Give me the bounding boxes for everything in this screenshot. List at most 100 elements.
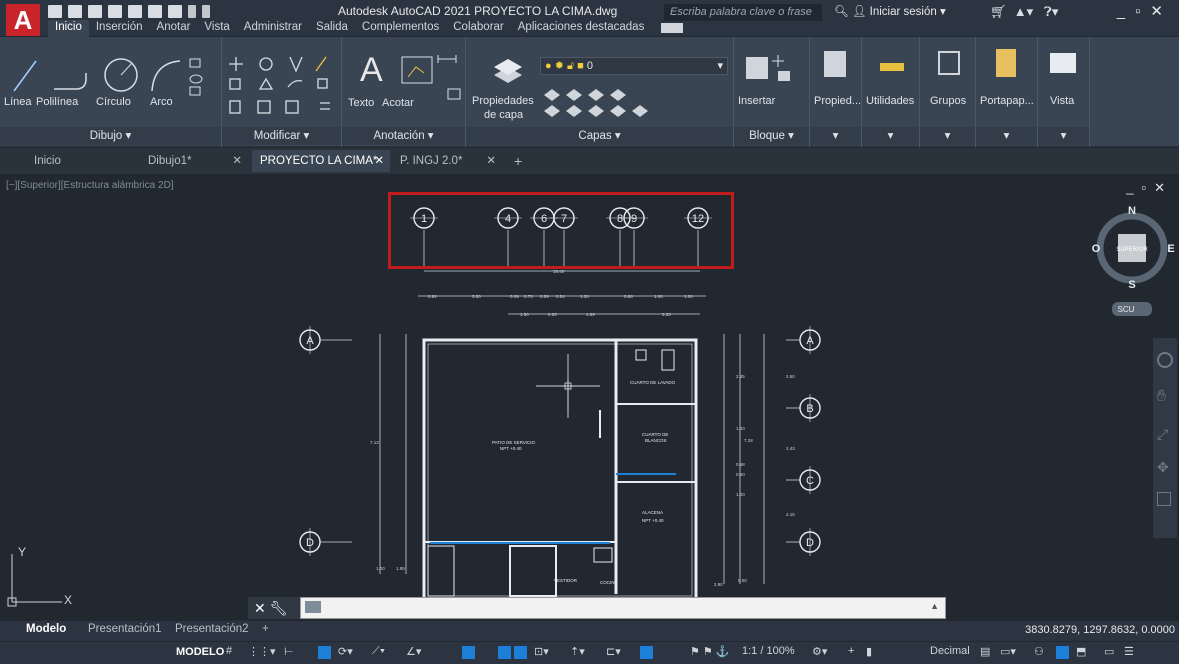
polar-icon[interactable]: ⟳▾ xyxy=(338,645,353,658)
viewcube[interactable]: SUPERIOR N S E O SCU xyxy=(1092,204,1176,324)
measure-icon[interactable] xyxy=(880,63,904,71)
help-icon[interactable]: ❓︎▾ xyxy=(1044,4,1058,19)
plot-icon[interactable] xyxy=(148,4,162,18)
insertar-button[interactable]: Insertar xyxy=(738,95,775,107)
autodesk-icon[interactable]: ▲▾ xyxy=(1014,4,1033,19)
properties-icon[interactable] xyxy=(824,51,846,77)
tab-aplicaciones[interactable]: Aplicaciones destacadas xyxy=(511,20,652,37)
search-input[interactable]: Escriba palabra clave o frase xyxy=(664,4,822,21)
acotar-button[interactable]: Acotar xyxy=(382,97,414,109)
print-icon[interactable] xyxy=(168,4,182,18)
osnap-track-icon[interactable]: ∠▾ xyxy=(406,645,421,658)
group-label-bloque[interactable]: Bloque ▾ xyxy=(734,127,809,145)
tab-vista[interactable]: Vista xyxy=(197,20,236,37)
close-icon[interactable]: ✕ xyxy=(254,600,266,616)
utilidades-expand-icon[interactable]: ▾ xyxy=(862,127,919,145)
group-label-dibujo[interactable]: Dibujo ▾ xyxy=(0,127,221,145)
infer-icon[interactable]: ⊢ xyxy=(284,645,294,658)
drawing-viewport[interactable]: [−][Superior][Estructura alámbrica 2D] _… xyxy=(0,174,1179,620)
vista-expand-icon[interactable]: ▾ xyxy=(1038,127,1089,145)
portapapeles-button[interactable]: Portapap... xyxy=(980,95,1034,107)
tab-complementos[interactable]: Complementos xyxy=(355,20,446,37)
minimize-icon[interactable]: _ xyxy=(1117,3,1135,20)
save-icon[interactable] xyxy=(88,4,102,18)
layer-properties-icon[interactable] xyxy=(490,53,526,85)
new-icon[interactable] xyxy=(48,4,62,18)
isodraft-icon[interactable]: ⟋▾ xyxy=(372,645,385,658)
close-icon[interactable]: ✕ xyxy=(232,150,242,172)
insert-block-icon[interactable] xyxy=(742,53,802,89)
orbit-icon[interactable]: ✥ xyxy=(1157,459,1173,476)
annotation-scale-icon[interactable]: ⚑ ⚑ ⚓ xyxy=(690,645,730,658)
texto-button[interactable]: Texto xyxy=(348,97,374,109)
signin-button[interactable]: 🔍︎ 👤︎ Iniciar sesión ▾ xyxy=(834,4,946,18)
3d-osnap-icon[interactable]: ⇡▾ xyxy=(570,645,585,658)
propiedades-button[interactable]: Propied... xyxy=(814,95,861,107)
layout-tab-presentacion1[interactable]: Presentación1 xyxy=(88,623,162,635)
doctab-inicio[interactable]: Inicio xyxy=(0,150,130,172)
circulo-button[interactable]: Círculo xyxy=(96,96,131,108)
polilinea-button[interactable]: Polilínea xyxy=(36,96,78,108)
vista-button[interactable]: Vista xyxy=(1050,95,1074,107)
redo-icon[interactable] xyxy=(202,4,210,18)
view-icon[interactable] xyxy=(1050,53,1076,73)
units-value[interactable]: Decimal xyxy=(930,645,970,657)
layer-dropdown[interactable]: ● ✹ 🔓︎ ■ 0 ▾ xyxy=(540,57,728,75)
tab-anotar[interactable]: Anotar xyxy=(150,20,198,37)
workspace-gear-icon[interactable]: ⚙▾ xyxy=(812,645,827,658)
clean-screen-icon[interactable]: ⬒ xyxy=(1076,645,1086,658)
close-icon[interactable]: ✕ xyxy=(1150,3,1173,20)
lineweight-icon[interactable] xyxy=(498,646,511,659)
close-icon[interactable]: ✕ xyxy=(486,150,496,172)
new-tab-icon[interactable]: + xyxy=(514,150,530,172)
open-icon[interactable] xyxy=(68,4,82,18)
cursor-coordinates[interactable]: 3830.8279, 1297.8632, 0.0000 xyxy=(1025,624,1175,636)
fullscreen-icon[interactable]: ▭ xyxy=(1104,645,1114,658)
group-label-capas[interactable]: Capas ▾ xyxy=(466,127,733,145)
showmotion-icon[interactable] xyxy=(1157,492,1171,506)
dynamic-ucs-icon[interactable]: ⊏▾ xyxy=(606,645,621,658)
annotation-visibility-icon[interactable] xyxy=(640,646,653,659)
tab-insercion[interactable]: Inserción xyxy=(89,20,150,37)
chevron-up-icon[interactable]: ▲ xyxy=(930,601,939,611)
add-layout-icon[interactable]: + xyxy=(262,623,269,635)
pan-icon[interactable]: ✋︎ xyxy=(1157,388,1173,406)
propiedades-expand-icon[interactable]: ▾ xyxy=(810,127,861,145)
snap-icon[interactable]: ⋮⋮▾ xyxy=(248,645,276,658)
customization-menu-icon[interactable]: ☰ xyxy=(1124,645,1134,658)
osnap-icon[interactable] xyxy=(462,646,475,659)
group-label-modificar[interactable]: Modificar ▾ xyxy=(222,127,341,145)
tab-administrar[interactable]: Administrar xyxy=(237,20,309,37)
grid-icon[interactable]: # xyxy=(226,645,232,657)
model-space-button[interactable]: MODELO xyxy=(176,646,224,658)
doctab-p-ingj[interactable]: P. INGJ 2.0* ✕ xyxy=(392,150,504,172)
clipboard-icon[interactable] xyxy=(996,49,1016,77)
plus-icon[interactable]: + xyxy=(848,645,854,657)
propiedades-capa-label[interactable]: Propiedades xyxy=(472,95,534,107)
grupos-expand-icon[interactable]: ▾ xyxy=(920,127,975,145)
customize-icon[interactable]: 🔧︎ xyxy=(270,600,288,616)
arco-button[interactable]: Arco xyxy=(150,96,173,108)
group-label-anotacion[interactable]: Anotación ▾ xyxy=(342,127,465,145)
web-save-icon[interactable] xyxy=(128,4,142,18)
cart-icon[interactable]: 🛒︎ xyxy=(990,4,1007,19)
text-icon[interactable]: A xyxy=(360,51,383,90)
propiedades-capa-label2[interactable]: de capa xyxy=(484,109,523,121)
command-line-input[interactable]: ▲ xyxy=(300,597,946,619)
quick-properties-icon[interactable]: ▤ xyxy=(980,645,990,658)
command-history-icon[interactable] xyxy=(305,601,321,613)
tab-salida[interactable]: Salida xyxy=(309,20,355,37)
ortho-icon[interactable] xyxy=(318,646,331,659)
close-icon[interactable]: ✕ xyxy=(374,150,384,172)
utilidades-button[interactable]: Utilidades xyxy=(866,95,914,107)
zoom-icon[interactable]: ⤢ xyxy=(1157,426,1173,443)
layout-tab-modelo[interactable]: Modelo xyxy=(26,623,66,635)
linea-button[interactable]: Línea xyxy=(4,96,32,108)
portapapeles-expand-icon[interactable]: ▾ xyxy=(976,127,1037,145)
grupos-button[interactable]: Grupos xyxy=(930,95,966,107)
hardware-accel-icon[interactable] xyxy=(1056,646,1069,659)
search-icon[interactable]: 🔍︎ xyxy=(834,6,849,18)
maximize-icon[interactable]: ▫ xyxy=(1135,3,1150,20)
steering-wheel-icon[interactable] xyxy=(1157,352,1173,368)
ribbon-options-icon[interactable] xyxy=(661,23,684,33)
